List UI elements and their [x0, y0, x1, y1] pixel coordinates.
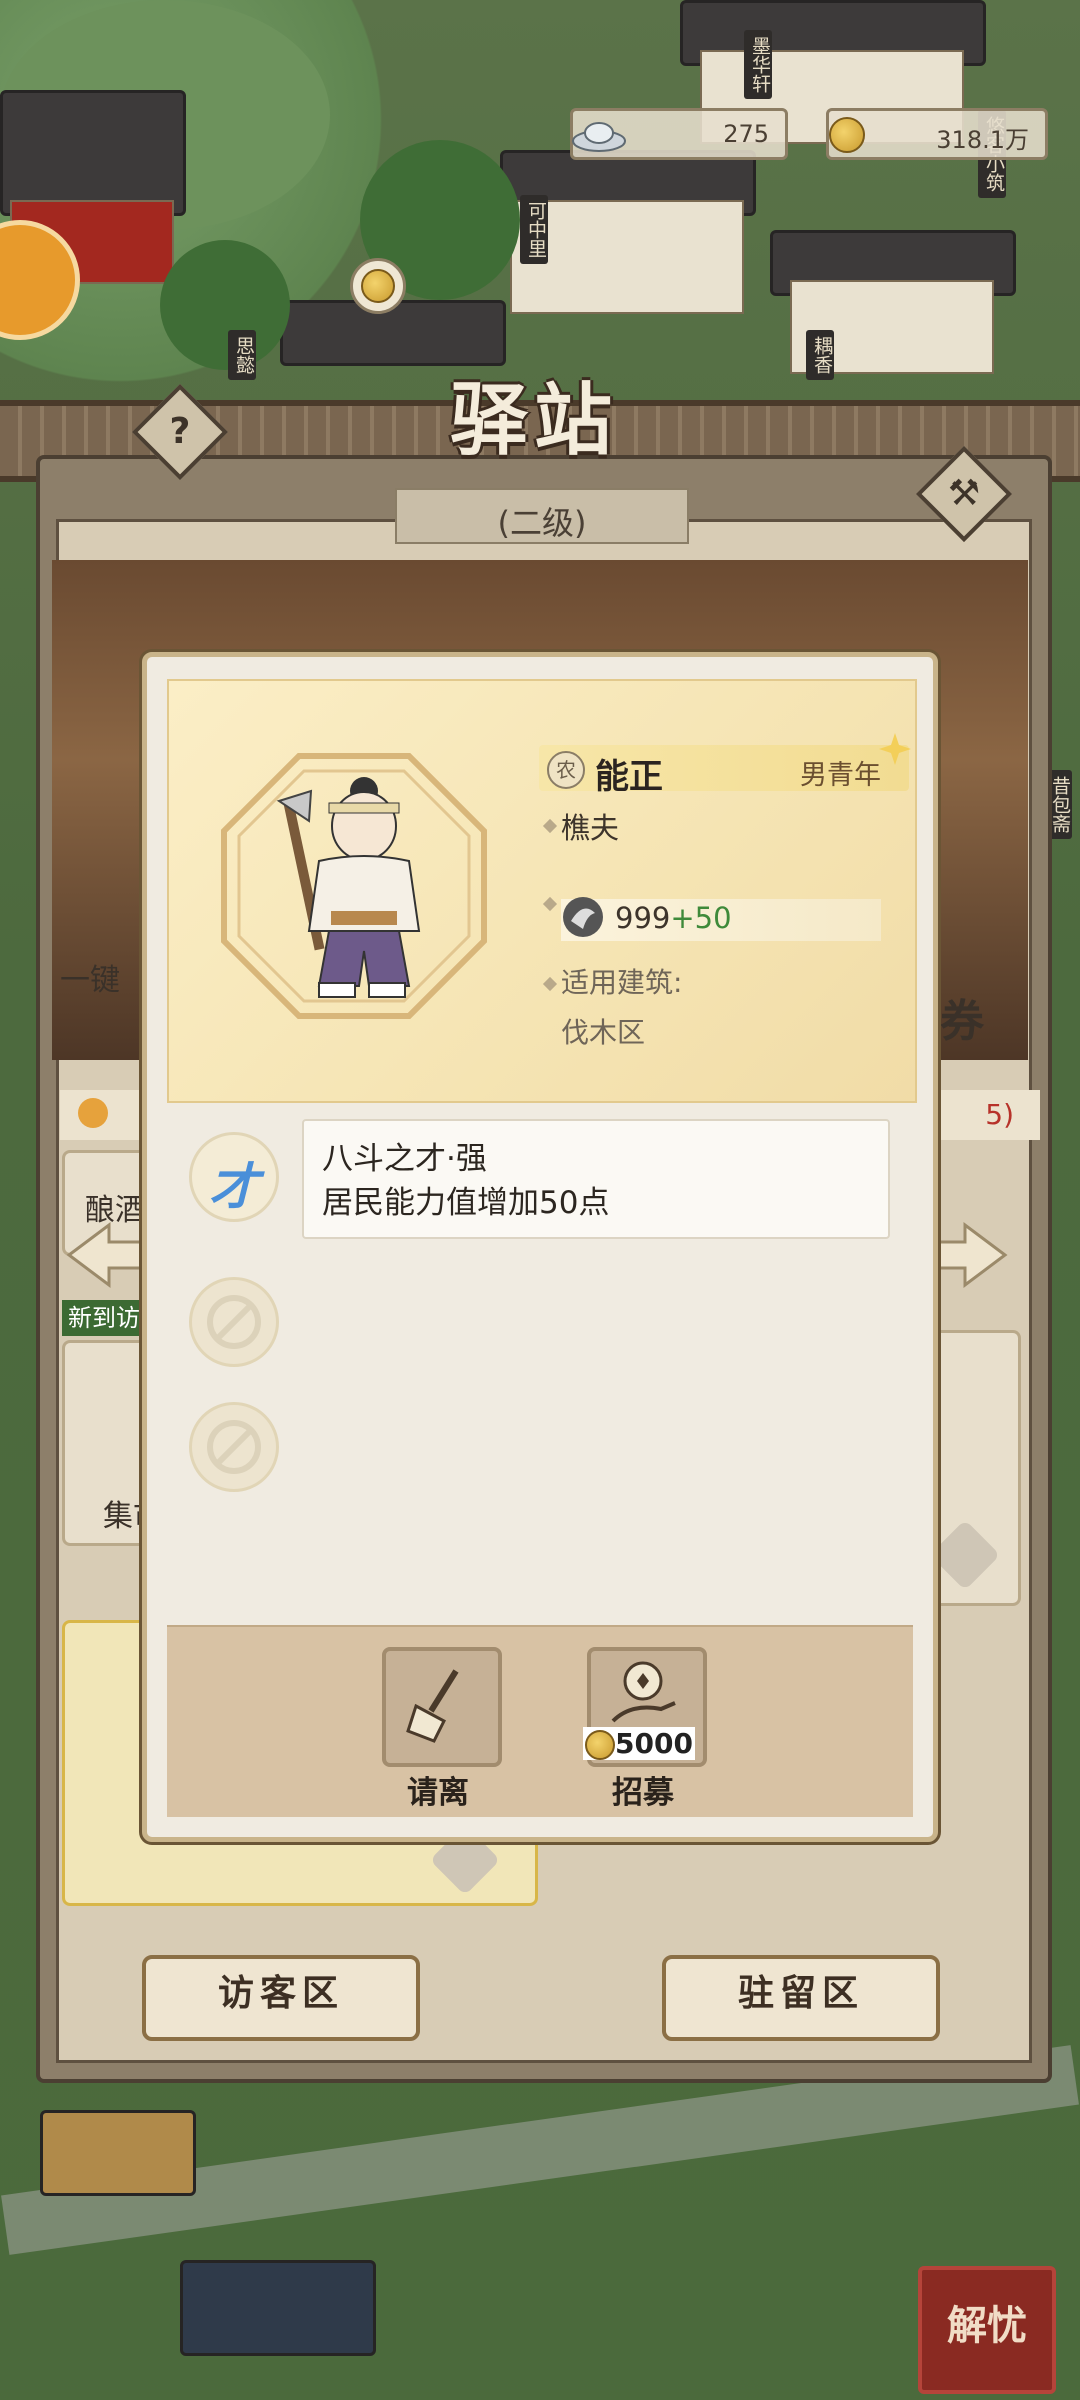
building-value: 伐木区	[561, 1016, 646, 1049]
skill-desc: 居民能力值增加50点	[322, 1185, 610, 1221]
silver-counter[interactable]: 275	[570, 108, 788, 160]
resident-detail-modal: 农 能正 男青年 樵夫 999+50 适用建筑: 伐木区 才 八斗之才·强 居民…	[142, 652, 938, 1842]
map-sign[interactable]: 可中里	[520, 195, 548, 264]
power-value: 999+50	[615, 901, 732, 935]
resident-name: 能正	[595, 757, 663, 797]
locked-slot-icon	[207, 1295, 261, 1349]
building-roof	[0, 90, 186, 216]
dismiss-button[interactable]	[382, 1647, 502, 1767]
skill-description-box: 八斗之才·强 居民能力值增加50点	[302, 1119, 890, 1239]
dismiss-label: 请离	[407, 1775, 469, 1811]
station-level: (二级)	[497, 504, 587, 542]
station-title: 驿站	[450, 375, 619, 466]
warning-icon	[78, 1098, 108, 1128]
empty-skill-slot[interactable]	[189, 1402, 279, 1492]
coin-counter[interactable]: 318.1万	[826, 108, 1048, 160]
bullet-icon	[542, 818, 558, 834]
worry-relief-button[interactable]: 解忧	[918, 2266, 1056, 2394]
tab-resident-area[interactable]: 驻留区	[662, 1955, 940, 2041]
silver-value: 275	[723, 120, 769, 148]
silver-ingot-icon	[572, 122, 626, 152]
recruit-button[interactable]: 5000	[583, 1647, 707, 1767]
bullet-icon	[542, 976, 558, 992]
resident-gender-age: 男青年	[800, 760, 881, 791]
map-sign[interactable]: 耦香	[806, 330, 834, 380]
map-sign[interactable]: 思懿	[228, 330, 256, 380]
station-level-bar: (二级)	[395, 488, 689, 544]
pavilion-roof	[180, 2260, 376, 2356]
talent-skill-icon: 才	[209, 1158, 259, 1216]
coin-value: 318.1万	[936, 126, 1029, 154]
recruit-label: 招募	[612, 1775, 674, 1811]
coin-bubble[interactable]	[350, 258, 406, 314]
map-sign[interactable]: 墨华轩	[744, 30, 772, 99]
action-area: 请离 5000 招募	[167, 1625, 913, 1817]
recruit-cost-value: 5000	[615, 1727, 693, 1760]
power-bonus: +50	[670, 901, 732, 935]
skills-section: 才 八斗之才·强 居民能力值增加50点	[147, 1107, 933, 1507]
tree	[160, 240, 290, 370]
coin-icon	[585, 1730, 615, 1760]
empty-skill-slot[interactable]	[189, 1277, 279, 1367]
sparkle-icon	[879, 733, 911, 765]
tab-visitor-area[interactable]: 访客区	[142, 1955, 420, 2041]
resident-profession: 樵夫	[561, 811, 620, 845]
resident-name-bar: 农 能正 男青年	[539, 745, 909, 797]
question-icon: ?	[169, 411, 191, 452]
pavilion-roof	[40, 2110, 196, 2196]
ability-icon	[563, 897, 603, 937]
list-count: 5)	[985, 1098, 1014, 1131]
skill-title: 八斗之才·强	[322, 1141, 487, 1177]
bullet-icon	[542, 896, 558, 912]
broom-icon	[406, 1669, 459, 1743]
right-side-label: 券	[940, 996, 984, 1047]
coin-icon	[361, 269, 395, 303]
hammer-icon: ⚒	[947, 473, 981, 514]
woodcutter-portrait	[276, 777, 421, 998]
power-base: 999	[615, 901, 671, 935]
farmer-type-badge: 农	[547, 751, 585, 789]
station-title-plate: 驿站	[340, 350, 740, 466]
resident-card: 农 能正 男青年 樵夫 999+50 适用建筑: 伐木区	[167, 679, 917, 1103]
building-label: 适用建筑:	[561, 966, 683, 999]
left-side-label: 一键	[60, 963, 120, 998]
recruit-cost: 5000	[583, 1727, 695, 1760]
coin-icon	[829, 117, 865, 153]
locked-slot-icon	[207, 1420, 261, 1474]
skill-slot[interactable]: 才	[189, 1132, 279, 1222]
recruit-icon	[611, 1661, 676, 1723]
